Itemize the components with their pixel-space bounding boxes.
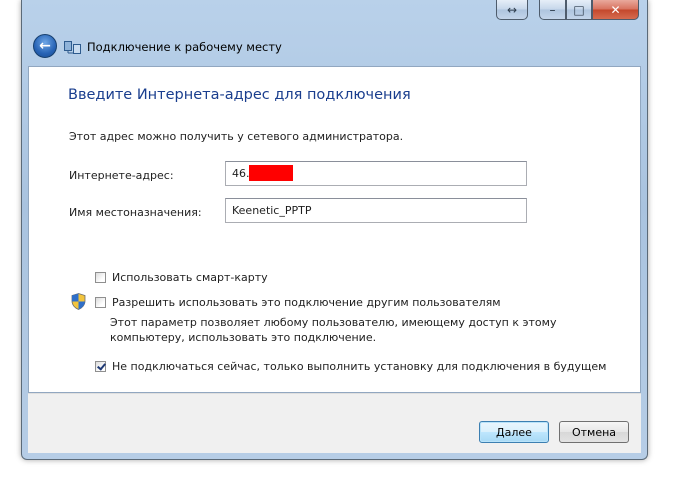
allow-others-description-line1: Этот параметр позволяет любому пользоват… (110, 316, 557, 329)
smart-card-checkbox[interactable] (95, 272, 106, 283)
allow-others-description-line2: компьютеру, использовать это подключение… (110, 331, 377, 344)
dont-connect-now-option[interactable]: Не подключаться сейчас, только выполнить… (95, 360, 606, 373)
allow-others-option[interactable]: Разрешить использовать это подключение д… (95, 296, 501, 309)
destination-name-input[interactable]: Keenetic_PPTP (225, 198, 527, 223)
destination-name-value: Keenetic_PPTP (232, 204, 312, 217)
wizard-footer: Далее Отмена (28, 393, 641, 453)
next-button[interactable]: Далее (479, 421, 549, 443)
back-arrow-icon[interactable]: ← (33, 34, 57, 58)
page-heading: Введите Интернета-адрес для подключения (68, 87, 411, 103)
resize-arrows-icon[interactable]: ↔ (496, 0, 528, 20)
page-description: Этот адрес можно получить у сетевого адм… (69, 130, 404, 143)
minimize-button[interactable]: – (539, 0, 566, 20)
allow-others-label: Разрешить использовать это подключение д… (112, 296, 501, 309)
cancel-button[interactable]: Отмена (559, 421, 629, 443)
allow-others-checkbox[interactable] (95, 297, 106, 308)
internet-address-input[interactable]: 46. (225, 161, 527, 186)
wizard-content: Введите Интернета-адрес для подключения … (28, 66, 641, 393)
wizard-window: ↔ – □ ✕ ← Подключение к рабочему месту В… (21, 0, 648, 460)
dont-connect-now-checkbox[interactable] (95, 361, 106, 372)
network-connection-icon (64, 41, 81, 54)
destination-name-label: Имя местоназначения: (69, 206, 202, 219)
window-title: Подключение к рабочему месту (87, 40, 282, 54)
internet-address-label: Интернете-адрес: (69, 169, 174, 182)
dont-connect-now-label: Не подключаться сейчас, только выполнить… (112, 360, 607, 373)
close-button[interactable]: ✕ (592, 0, 639, 20)
uac-shield-icon (71, 293, 86, 310)
smart-card-label: Использовать смарт-карту (112, 271, 268, 284)
internet-address-value: 46. (232, 167, 250, 180)
wizard-header: ← Подключение к рабочему месту (28, 32, 641, 66)
maximize-button[interactable]: □ (566, 0, 592, 20)
redaction-block (248, 164, 293, 181)
smart-card-option[interactable]: Использовать смарт-карту (95, 271, 268, 284)
